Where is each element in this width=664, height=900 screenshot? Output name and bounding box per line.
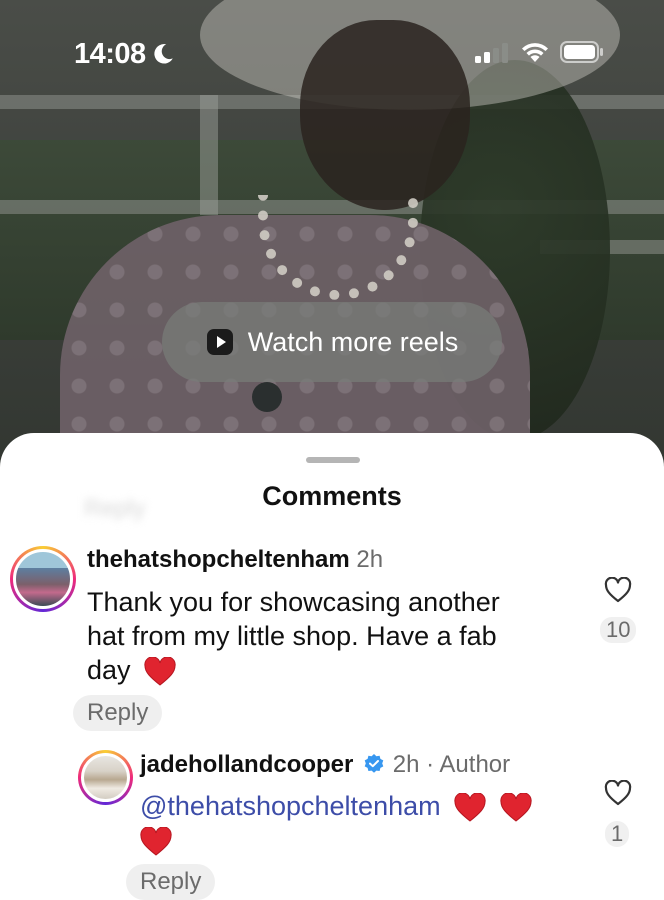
comment-text-line-last: day bbox=[87, 653, 500, 687]
red-heart-emoji bbox=[144, 656, 176, 686]
bg-dress-button bbox=[252, 382, 282, 412]
comment-text: @thehatshopcheltenham bbox=[140, 789, 580, 857]
red-heart-emoji bbox=[454, 792, 486, 822]
cellular-signal-icon bbox=[475, 43, 508, 63]
heart-outline-icon[interactable] bbox=[604, 780, 632, 806]
comment-text: Thank you for showcasing another hat fro… bbox=[87, 585, 500, 687]
avatar-image bbox=[13, 549, 73, 609]
comment-time: 2h bbox=[356, 546, 384, 573]
red-heart-emoji bbox=[140, 826, 172, 856]
bg-post bbox=[200, 95, 218, 215]
verified-badge-icon bbox=[364, 753, 384, 773]
wifi-icon bbox=[522, 43, 548, 62]
avatar[interactable] bbox=[78, 750, 133, 805]
comment-text-line: @thehatshopcheltenham bbox=[140, 789, 580, 823]
watch-more-reels-button[interactable]: Watch more reels bbox=[162, 302, 502, 382]
comment-header: thehatshopcheltenham 2h bbox=[87, 546, 383, 574]
avatar-image bbox=[81, 753, 130, 802]
comment-username[interactable]: jadehollandcooper bbox=[140, 751, 353, 778]
status-bar: 14:08 bbox=[0, 0, 664, 100]
battery-icon bbox=[560, 41, 603, 63]
comments-sheet: Reply Comments thehatshopcheltenham 2h T… bbox=[0, 433, 664, 900]
mention-link[interactable]: @thehatshopcheltenham bbox=[140, 791, 441, 821]
comment-text-line bbox=[140, 823, 580, 857]
comment-text-line: hat from my little shop. Have a fab bbox=[87, 621, 497, 651]
red-heart-emoji bbox=[500, 792, 532, 822]
comment-text-line: Thank you for showcasing another bbox=[87, 587, 500, 617]
reply-button[interactable]: Reply bbox=[126, 864, 216, 900]
moon-icon bbox=[154, 44, 173, 64]
comment-header: jadehollandcooper 2h · Author bbox=[140, 751, 510, 779]
watch-more-reels-label: Watch more reels bbox=[247, 326, 459, 357]
sheet-drag-handle[interactable] bbox=[306, 457, 360, 463]
status-time: 14:08 bbox=[74, 38, 146, 70]
heart-outline-icon[interactable] bbox=[604, 577, 632, 603]
comment-username[interactable]: thehatshopcheltenham bbox=[87, 546, 350, 573]
like-count: 10 bbox=[600, 617, 637, 643]
like-count: 1 bbox=[605, 821, 630, 847]
comment-text-line: day bbox=[87, 655, 131, 685]
reply-button[interactable]: Reply bbox=[73, 695, 163, 731]
comment-time-author: 2h · Author bbox=[392, 751, 511, 778]
avatar[interactable] bbox=[10, 546, 76, 612]
play-icon bbox=[206, 329, 233, 355]
sheet-title: Comments bbox=[262, 481, 402, 511]
